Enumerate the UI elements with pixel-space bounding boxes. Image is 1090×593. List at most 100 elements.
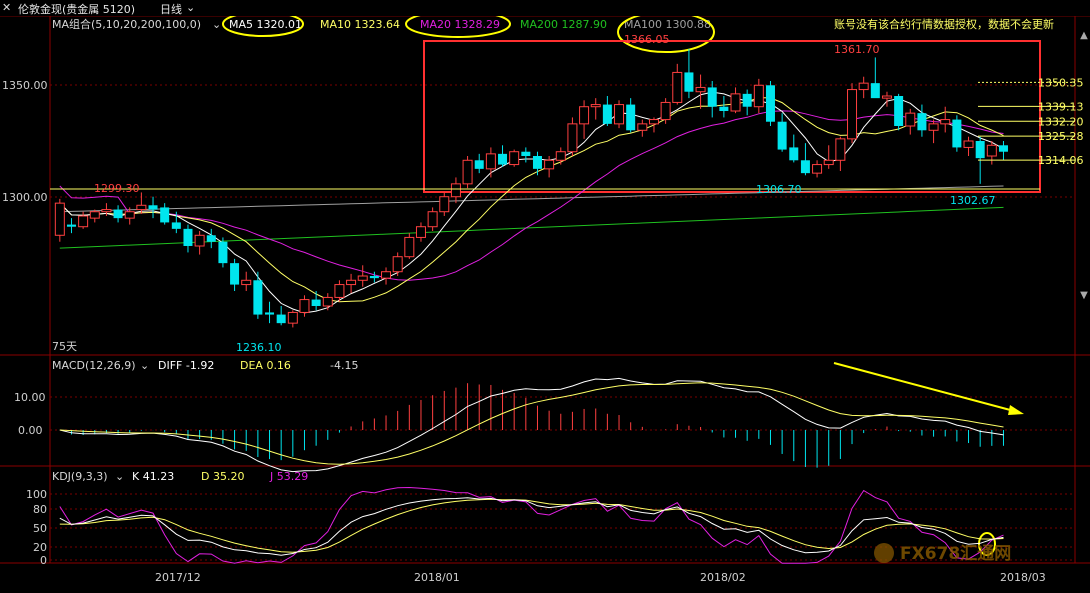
chevron-down-icon: ⌄ [212, 18, 221, 31]
trend-arrow [833, 362, 1024, 415]
kdj-tick: 80 [33, 503, 47, 516]
candle-body [509, 151, 520, 166]
candle-body [555, 151, 566, 161]
price-axis: 1350.00 1300.00 [2, 79, 48, 204]
ma5-line [59, 91, 1004, 314]
candle-body [928, 123, 939, 131]
candle-body [823, 159, 834, 166]
back-arrow-icon[interactable]: ✕ [2, 1, 11, 14]
candle-body [917, 113, 927, 131]
ma20-path [59, 110, 1004, 281]
ma100-value: MA100 1300.88 [624, 18, 711, 31]
candle-body [427, 211, 438, 228]
candle-body [648, 119, 659, 125]
ma20-line [59, 110, 1004, 281]
candle-body [218, 241, 228, 264]
ma-combo-label[interactable]: MA组合(5,10,20,200,100,0) [52, 17, 201, 31]
candle-body [276, 314, 286, 324]
macd-diff: DIFF -1.92 [158, 359, 214, 372]
candle-body [124, 211, 135, 219]
candle-body [800, 160, 810, 174]
candle-body [963, 140, 974, 148]
date-tick: 2017/12 [155, 571, 201, 584]
watermark: FX678汇通网 [874, 543, 1011, 564]
expand-icon[interactable]: ▲ [1078, 30, 1090, 46]
candle-body [101, 209, 112, 213]
fib-label: 1339.13 [1038, 100, 1084, 113]
collapse-icon[interactable]: ▼ [1078, 290, 1090, 306]
ma10-path [59, 97, 1004, 303]
macd-diff-line [59, 377, 1004, 473]
candle-body [392, 256, 403, 273]
period-selector[interactable]: 日线 [160, 1, 182, 17]
macd-dea: DEA 0.16 [240, 359, 291, 372]
kdj-tick: 20 [33, 541, 47, 554]
kdj-j-line [59, 486, 1004, 564]
candle-body [194, 234, 205, 247]
candle-body [847, 89, 858, 140]
title-bar: ✕ 伦敦金现(贵金属 5120) 日线 ⌄ [0, 0, 1090, 17]
candle-body [870, 83, 880, 99]
macd-histogram [70, 383, 1004, 468]
candles [54, 48, 1008, 328]
fib-label: 1314.06 [1038, 154, 1084, 167]
price-tick: 1350.00 [2, 79, 48, 92]
auth-notice: 账号没有该合约行情数据授权，数据不会更新 [834, 17, 1054, 31]
candle-body [579, 106, 590, 125]
candle-body [719, 106, 729, 111]
candle-body [54, 202, 65, 236]
fib-label: 1325.28 [1038, 130, 1084, 143]
candle-body [183, 228, 193, 246]
date-axis: 2017/12 2018/01 2018/02 2018/03 [155, 571, 1046, 584]
price-annotations: 1299.30 1236.10 1366.05 1361.70 1306.70 … [52, 33, 996, 354]
candle-body [241, 279, 252, 286]
candle-body [730, 93, 741, 112]
date-tick: 2018/02 [700, 571, 746, 584]
candle-body [171, 222, 181, 229]
chevron-down-icon[interactable]: ⌄ [186, 1, 195, 14]
candle-body [485, 153, 496, 170]
candle-body [322, 296, 333, 307]
candle-body [789, 147, 799, 161]
candle-body [206, 235, 216, 242]
candle-body [626, 104, 636, 131]
candle-body [357, 275, 368, 281]
candle-body [136, 204, 147, 211]
annotation-low3: 1302.67 [950, 194, 996, 207]
candle-body [532, 156, 542, 169]
candle-body [742, 93, 752, 107]
candle-body [952, 119, 962, 148]
candle-body [334, 284, 345, 298]
candle-body [89, 211, 100, 219]
candle-body [253, 280, 263, 315]
candle-body [940, 119, 951, 125]
candle-body [230, 263, 240, 285]
watermark-text: FX678汇通网 [900, 544, 1011, 564]
macd-tick: 10.00 [14, 391, 46, 404]
date-tick: 2018/01 [414, 571, 460, 584]
fib-label: 1350.35 [1038, 76, 1084, 89]
kline-chart[interactable]: MA组合(5,10,20,200,100,0) ⌄ MA5 1320.01 MA… [0, 16, 1090, 593]
candle-body [287, 311, 298, 324]
kdj-d: D 35.20 [201, 470, 244, 483]
candle-body [835, 138, 846, 161]
macd-lines [59, 377, 1004, 473]
candle-body [415, 226, 426, 238]
macd-axis: 10.00 0.00 [14, 391, 46, 437]
candle-body [975, 141, 985, 159]
candle-body [450, 183, 461, 198]
date-tick: 2018/03 [1000, 571, 1046, 584]
candle-body [404, 236, 415, 258]
kdj-tick: 0 [40, 554, 47, 567]
candle-body [777, 121, 787, 150]
candle-body [590, 104, 601, 108]
candle-body [753, 84, 764, 108]
annotation-high1: 1299.30 [94, 182, 140, 195]
candle-body [881, 95, 892, 99]
kdj-tick: 100 [26, 488, 47, 501]
instrument-title: 伦敦金现(贵金属 5120) [18, 3, 136, 16]
candle-body [695, 86, 706, 93]
macd-title: MACD(12,26,9) [52, 359, 136, 372]
kdj-k: K 41.23 [132, 470, 174, 483]
kdj-lines [59, 486, 1004, 564]
